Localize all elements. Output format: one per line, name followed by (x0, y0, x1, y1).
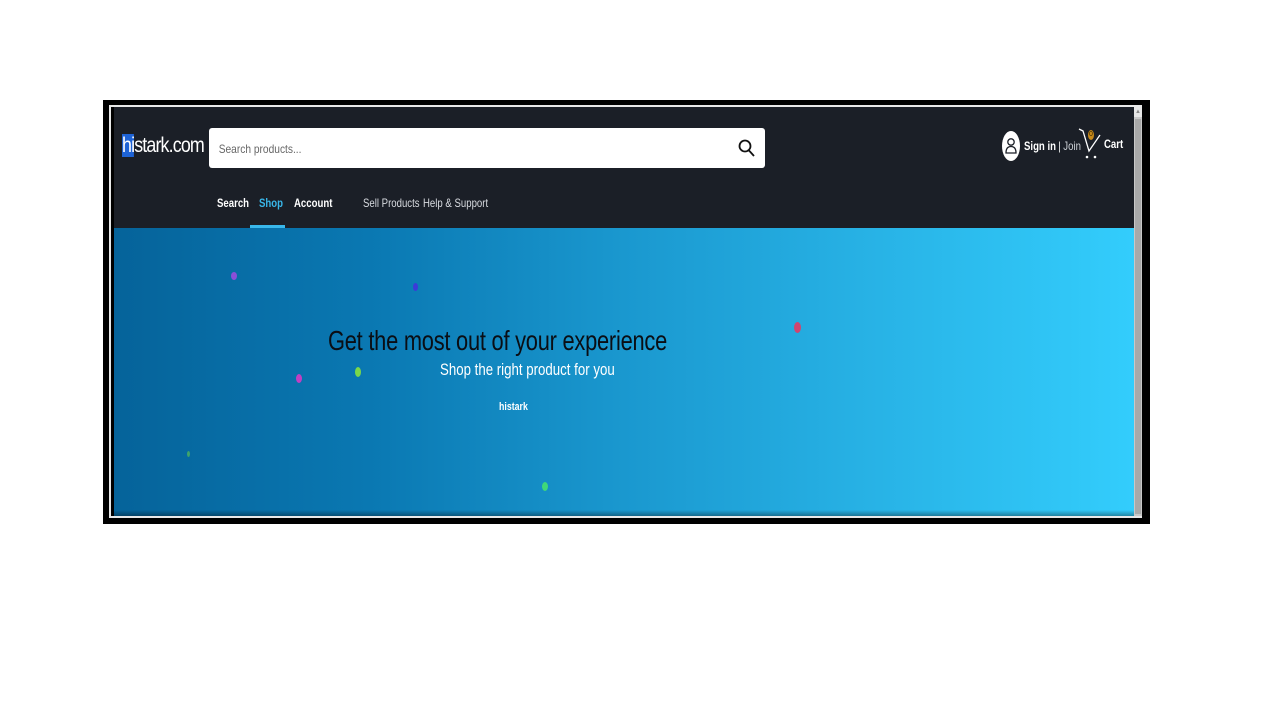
cart-count-badge: 0 (1088, 130, 1094, 140)
hero-title: Get the most out of your experience (328, 325, 668, 356)
site-header: histark.com Sign in|Join (114, 107, 1134, 228)
user-avatar-icon[interactable] (1002, 131, 1020, 161)
scroll-up-arrow-icon[interactable]: ▲ (1134, 107, 1142, 117)
logo-highlight: hi (122, 134, 135, 157)
vertical-scrollbar[interactable]: ▲ (1134, 107, 1142, 516)
tab-help-support[interactable]: Help & Support (423, 196, 488, 210)
tab-shop[interactable]: Shop (259, 196, 283, 210)
browser-viewport: histark.com Sign in|Join (114, 107, 1134, 516)
decorative-dot (413, 283, 418, 291)
hero-subtitle: Shop the right product for you (440, 360, 615, 379)
tab-sell-products[interactable]: Sell Products (363, 196, 420, 210)
decorative-dot (231, 272, 237, 280)
sign-in-join: Sign in | Join (1024, 139, 1081, 153)
decorative-dot (542, 482, 548, 491)
tab-account[interactable]: Account (294, 196, 332, 210)
hero-brand: histark (499, 401, 528, 413)
cart-label: Cart (1104, 137, 1124, 151)
sign-in-link[interactable]: Sign in (1024, 139, 1056, 153)
hero-shadow (114, 510, 1134, 516)
logo-text: stark.com (134, 134, 205, 157)
search-input[interactable] (217, 128, 646, 170)
decorative-dot (187, 451, 190, 457)
site-logo[interactable]: histark.com (122, 134, 205, 158)
separator: | (1058, 139, 1061, 153)
search-bar (209, 128, 765, 170)
cart-button[interactable]: 0 Cart (1078, 127, 1128, 161)
scroll-thumb[interactable] (1135, 119, 1141, 514)
decorative-dot (296, 374, 302, 383)
tab-search[interactable]: Search (217, 196, 249, 210)
decorative-dot (794, 322, 801, 333)
hero-banner: Get the most out of your experience Shop… (114, 228, 1134, 516)
search-icon[interactable] (737, 138, 757, 158)
decorative-dot (355, 367, 361, 377)
